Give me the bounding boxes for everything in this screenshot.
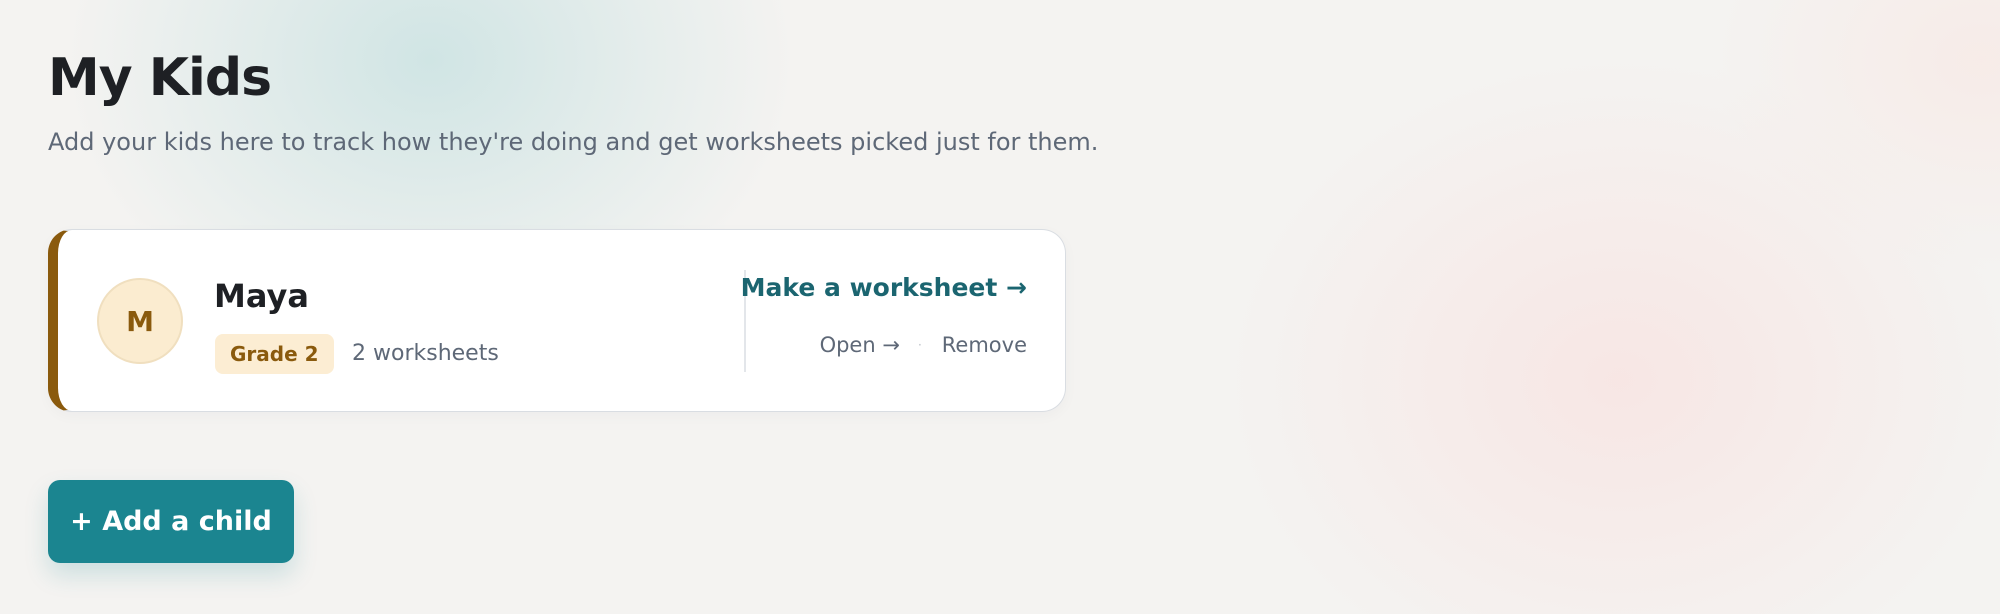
grade-badge: Grade 2 — [215, 334, 334, 374]
my-kids-page: My Kids Add your kids here to track how … — [48, 0, 1148, 614]
page-title: My Kids — [48, 48, 272, 108]
child-actions: Open → · Remove — [820, 330, 1027, 360]
add-child-button[interactable]: + Add a child — [48, 480, 294, 563]
worksheet-count: 2 worksheets — [352, 341, 499, 366]
remove-link[interactable]: Remove — [942, 330, 1027, 360]
avatar: M — [97, 278, 183, 364]
page-subtitle: Add your kids here to track how they're … — [48, 128, 1099, 156]
make-worksheet-link[interactable]: Make a worksheet → — [741, 271, 1027, 305]
open-link[interactable]: Open → — [820, 330, 900, 360]
child-card: M Maya Grade 2 2 worksheets Make a works… — [48, 229, 1066, 412]
child-name: Maya — [214, 277, 309, 315]
action-separator: · — [917, 338, 922, 352]
